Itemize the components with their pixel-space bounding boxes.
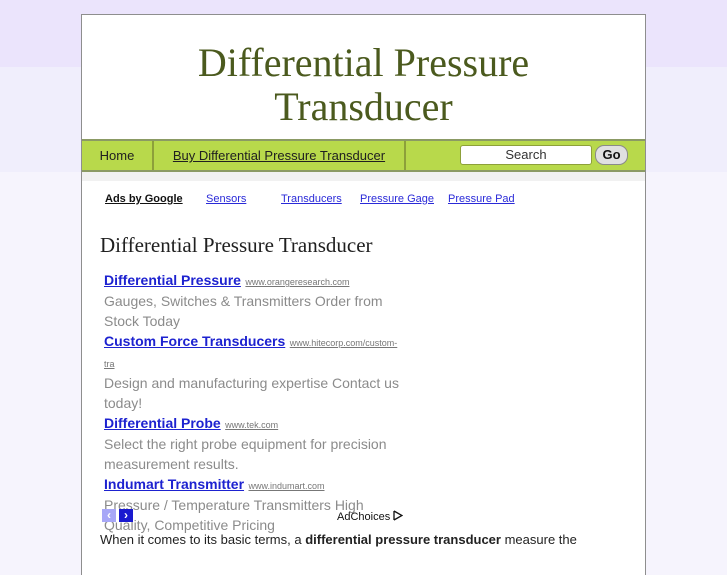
site-title: Differential Pressure Transducer (197, 40, 530, 129)
ad-link-sensors[interactable]: Sensors (206, 193, 281, 205)
nav-bar: Home Buy Differential Pressure Transduce… (82, 139, 645, 172)
adchoices-link[interactable]: AdChoices (337, 510, 404, 523)
ad-url-link[interactable]: www.indumart.com (248, 481, 324, 491)
ad-url-link[interactable]: www.orangeresearch.com (245, 277, 349, 287)
nav-buy-link[interactable]: Buy Differential Pressure Transducer (154, 141, 406, 170)
ad-link-pressure-gage[interactable]: Pressure Gage (360, 193, 448, 205)
ad-description: Select the right probe equipment for pre… (104, 436, 387, 472)
nav-home-link[interactable]: Home (82, 141, 154, 170)
ad-item: Custom Force Transducers www.hitecorp.co… (104, 331, 404, 413)
search-input[interactable] (460, 145, 592, 165)
page-container: Differential Pressure Transducer Home Bu… (81, 14, 646, 575)
ad-link-pressure-pad[interactable]: Pressure Pad (448, 193, 515, 205)
ad-link-transducers[interactable]: Transducers (281, 193, 360, 205)
nav-sub-strip (82, 172, 645, 181)
page-title: Differential Pressure Transducer (100, 233, 373, 257)
ad-list: Differential Pressure www.orangeresearch… (104, 270, 404, 535)
adchoices-label: AdChoices (337, 511, 391, 523)
ad-item: Differential Pressure www.orangeresearch… (104, 270, 404, 331)
ad-description: Design and manufacturing expertise Conta… (104, 375, 399, 411)
ad-pager: ‹ › (102, 509, 136, 522)
go-button[interactable]: Go (595, 145, 628, 165)
ad-item: Indumart Transmitter www.indumart.com Pr… (104, 474, 404, 535)
ad-title-link[interactable]: Indumart Transmitter (104, 476, 244, 492)
ad-title-link[interactable]: Differential Pressure (104, 272, 241, 288)
ad-item: Differential Probe www.tek.com Select th… (104, 413, 404, 474)
chevron-left-icon[interactable]: ‹ (102, 509, 116, 522)
ad-title-link[interactable]: Differential Probe (104, 415, 221, 431)
ad-description: Gauges, Switches & Transmitters Order fr… (104, 293, 383, 329)
adchoices-icon (393, 510, 404, 521)
ads-by-google-link[interactable]: Ads by Google (105, 193, 206, 205)
ad-title-link[interactable]: Custom Force Transducers (104, 333, 285, 349)
ad-links-bar: Ads by Google Sensors Transducers Pressu… (105, 193, 515, 205)
site-header: Differential Pressure Transducer (82, 15, 645, 139)
chevron-right-icon[interactable]: › (119, 509, 133, 522)
ad-url-link[interactable]: www.tek.com (225, 420, 278, 430)
